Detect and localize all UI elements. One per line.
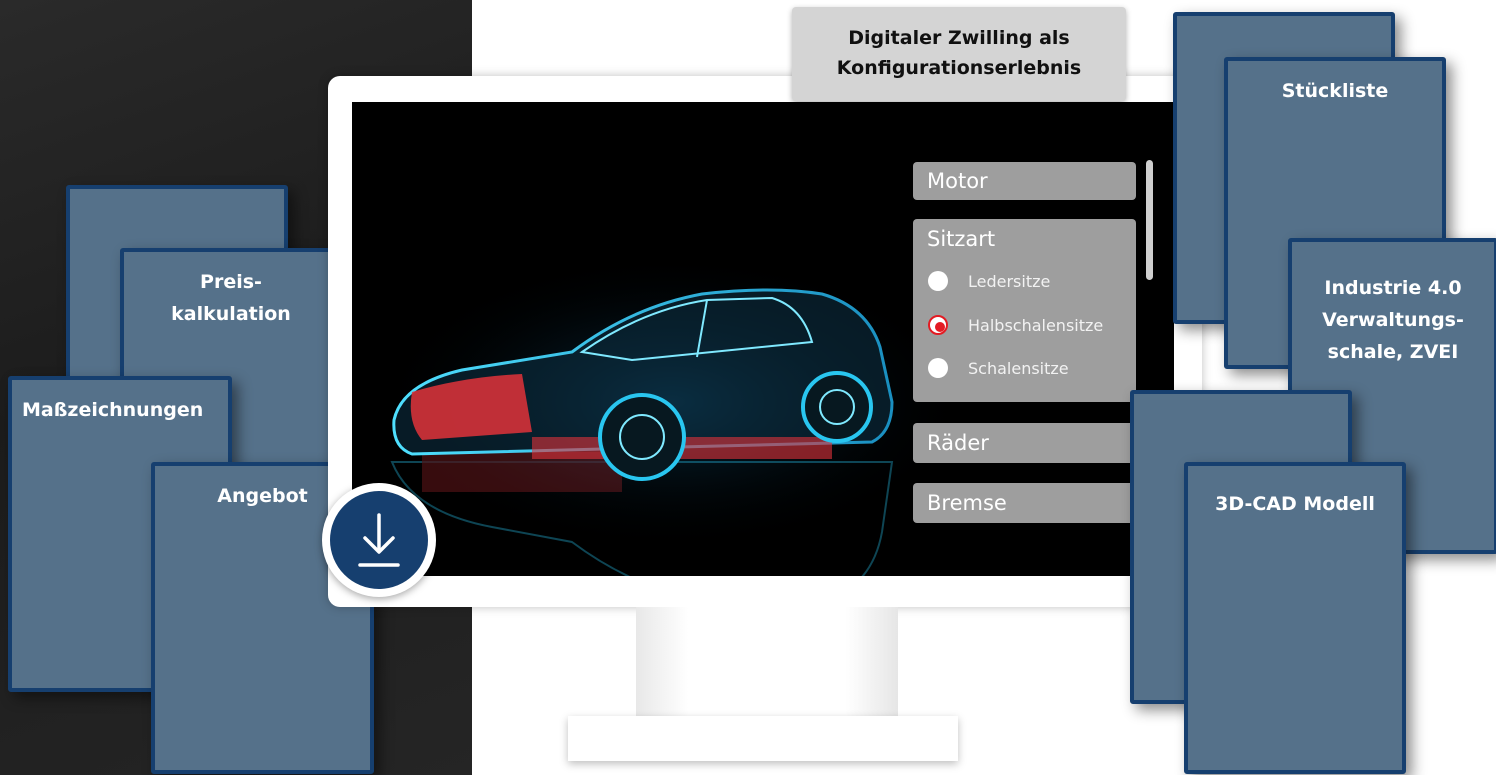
title-tag: Digitaler Zwilling als Konfigurationserl… [792, 7, 1126, 101]
card-industrie-line1: Industrie 4.0 [1324, 277, 1462, 299]
card-3d-cad[interactable]: 3D-CAD Modell [1184, 462, 1406, 774]
download-button-inner[interactable] [330, 491, 428, 589]
card-cad-label: 3D-CAD Modell [1215, 493, 1375, 515]
radio-option-ledersitze[interactable]: Ledersitze [928, 268, 1050, 294]
radio-label: Schalensitze [968, 358, 1069, 378]
radio-option-halbschalensitze[interactable]: Halbschalensitze [928, 312, 1103, 338]
config-bremse-label: Bremse [927, 491, 1007, 515]
radio-button[interactable] [928, 358, 948, 378]
card-industrie-line2: Verwaltungs- [1322, 309, 1464, 331]
radio-option-schalensitze[interactable]: Schalensitze [928, 355, 1069, 381]
config-sitzart-label: Sitzart [927, 227, 996, 251]
config-scrollbar[interactable] [1146, 160, 1153, 280]
title-line1: Digitaler Zwilling als [848, 27, 1070, 49]
title-line2: Konfigurationserlebnis [836, 57, 1082, 79]
radio-button-selected[interactable] [928, 315, 948, 335]
radio-label: Halbschalensitze [968, 315, 1104, 335]
config-raeder-label: Räder [927, 431, 989, 455]
config-motor-button[interactable]: Motor [913, 162, 1136, 200]
monitor-stand-neck [636, 607, 898, 717]
download-button[interactable] [322, 483, 436, 597]
radio-label: Ledersitze [968, 271, 1051, 291]
card-industrie-line3: schale, ZVEI [1327, 341, 1459, 363]
card-masszeichnungen-label: Maßzeichnungen [22, 399, 204, 421]
download-icon [358, 513, 400, 567]
monitor-stand-base [568, 716, 958, 761]
config-bremse-button[interactable]: Bremse [913, 483, 1136, 523]
config-raeder-button[interactable]: Räder [913, 423, 1136, 463]
card-preis-line2: kalkulation [171, 303, 291, 325]
config-motor-label: Motor [927, 169, 988, 193]
card-preis-line1: Preis- [200, 271, 262, 293]
card-stueckliste-label: Stückliste [1281, 80, 1389, 102]
radio-button[interactable] [928, 271, 948, 291]
